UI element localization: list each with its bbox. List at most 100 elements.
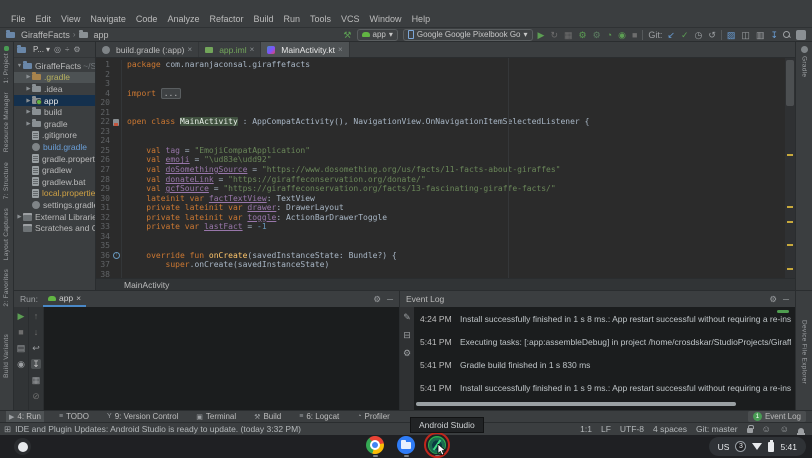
tree-item-build-gradle[interactable]: build.gradle bbox=[14, 141, 95, 153]
tab-app-iml[interactable]: app.iml× bbox=[199, 42, 261, 57]
tree-item-gradle[interactable]: ▶gradle bbox=[14, 118, 95, 130]
tool-stripe-2-favorites[interactable]: 2: Favorites bbox=[3, 269, 10, 307]
soft-wrap-icon[interactable]: ↩ bbox=[32, 343, 40, 353]
status-message[interactable]: IDE and Plugin Updates: Android Studio i… bbox=[15, 424, 301, 434]
highlighting-level-icon[interactable]: ☺ bbox=[762, 425, 771, 434]
tool-stripe-7-structure[interactable]: 7: Structure bbox=[3, 162, 10, 199]
tool-stripe-layout-captures[interactable]: Layout Captures bbox=[3, 208, 10, 260]
tree-item--gitignore[interactable]: .gitignore bbox=[14, 130, 95, 142]
tree-item-build[interactable]: ▶build bbox=[14, 106, 95, 118]
menu-tools[interactable]: Tools bbox=[305, 13, 336, 25]
trash-icon[interactable]: ⊟ bbox=[403, 330, 411, 340]
warning-mark[interactable] bbox=[787, 206, 793, 208]
stop-button[interactable]: ■ bbox=[632, 30, 637, 40]
warning-mark[interactable] bbox=[787, 221, 793, 223]
up-stack-trace-icon[interactable]: ↑ bbox=[34, 311, 39, 321]
menu-help[interactable]: Help bbox=[407, 13, 436, 25]
git-branch[interactable]: Git: master bbox=[696, 424, 738, 434]
restore-layout-icon[interactable]: ▤ bbox=[17, 343, 26, 353]
menu-run[interactable]: Run bbox=[279, 13, 306, 25]
lock-icon[interactable] bbox=[747, 428, 753, 433]
build-hammer-icon[interactable]: ⚒ bbox=[343, 30, 351, 40]
tree-item-gradlew-bat[interactable]: gradlew.bat bbox=[14, 176, 95, 188]
run-tab-app[interactable]: app × bbox=[43, 291, 86, 307]
minimize-icon[interactable]: ─ bbox=[783, 294, 789, 305]
clear-console-icon[interactable]: ⊘ bbox=[32, 391, 40, 401]
settings-wrench-icon[interactable]: ⚙ bbox=[403, 348, 411, 358]
warning-mark[interactable] bbox=[787, 154, 793, 156]
tree-item-giraffefacts[interactable]: ▼GiraffeFacts ~/S bbox=[14, 60, 95, 72]
scrollbar-thumb[interactable] bbox=[786, 60, 794, 106]
toolwindow-todo[interactable]: ≡TODO bbox=[56, 411, 92, 422]
tool-stripe-build-variants[interactable]: Build Variants bbox=[3, 334, 10, 378]
reader-mode-icon[interactable]: ☺ bbox=[780, 425, 789, 434]
tree-arrow-icon[interactable]: ▶ bbox=[25, 121, 32, 127]
git-update-button[interactable]: ↙ bbox=[667, 30, 675, 40]
down-stack-trace-icon[interactable]: ↓ bbox=[34, 327, 39, 337]
tree-arrow-icon[interactable]: ▶ bbox=[25, 98, 32, 104]
run-console[interactable] bbox=[44, 307, 399, 410]
run-configuration-select[interactable]: app ▾ bbox=[357, 29, 398, 41]
tool-stripe-gradle[interactable]: Gradle bbox=[801, 56, 808, 77]
close-icon[interactable]: × bbox=[338, 45, 343, 54]
tool-window-switcher-icon[interactable]: ⊞ bbox=[4, 424, 11, 435]
print-icon[interactable]: ▦ bbox=[32, 375, 41, 385]
search-icon[interactable] bbox=[783, 31, 791, 39]
git-history-button[interactable]: ◷ bbox=[695, 30, 703, 40]
menu-window[interactable]: Window bbox=[365, 13, 407, 25]
tree-item-local-properties[interactable]: local.properties bbox=[14, 188, 95, 200]
tree-item-scratches-and-consoles[interactable]: Scratches and Consoles bbox=[14, 222, 95, 234]
breadcrumb-project[interactable]: GiraffeFacts bbox=[21, 30, 70, 40]
apply-changes-button[interactable]: ⚙ bbox=[579, 30, 587, 40]
compose-icon[interactable]: ✎ bbox=[403, 312, 411, 322]
notifications-bell-icon[interactable] bbox=[798, 428, 804, 433]
android-activity-gutter-icon[interactable] bbox=[113, 119, 119, 126]
menu-build[interactable]: Build bbox=[248, 13, 278, 25]
toolwindow-terminal[interactable]: ▣Terminal bbox=[193, 411, 239, 422]
close-icon[interactable]: × bbox=[76, 293, 81, 303]
warning-mark[interactable] bbox=[787, 244, 793, 246]
editor-breadcrumb[interactable]: MainActivity bbox=[96, 278, 795, 290]
locate-file-icon[interactable]: ◎ bbox=[54, 45, 61, 54]
collapse-all-icon[interactable]: ÷ bbox=[65, 45, 69, 54]
debug-button[interactable]: ◉ bbox=[618, 30, 626, 40]
tab-mainactivity-kt[interactable]: MainActivity.kt× bbox=[261, 42, 349, 57]
toolwindow-build[interactable]: ⚒Build bbox=[251, 411, 284, 422]
launcher-button[interactable] bbox=[14, 438, 31, 455]
breadcrumb-module[interactable]: app bbox=[94, 30, 109, 40]
tool-stripe-device-file-explorer[interactable]: Device File Explorer bbox=[801, 320, 808, 384]
menu-refactor[interactable]: Refactor bbox=[204, 13, 248, 25]
avatar[interactable] bbox=[796, 30, 806, 40]
menu-analyze[interactable]: Analyze bbox=[162, 13, 204, 25]
stop-icon[interactable]: ■ bbox=[18, 327, 23, 337]
device-manager-button[interactable]: ▥ bbox=[756, 30, 765, 40]
menu-code[interactable]: Code bbox=[131, 13, 163, 25]
tree-item-settings-gradle[interactable]: settings.gradle bbox=[14, 199, 95, 211]
system-tray[interactable]: US 3 5:41 bbox=[709, 437, 806, 456]
taskbar-chrome[interactable] bbox=[366, 436, 384, 457]
tab-build-gradle-app-[interactable]: build.gradle (:app)× bbox=[96, 42, 199, 57]
menu-file[interactable]: File bbox=[6, 13, 31, 25]
gear-icon[interactable]: ⚙ bbox=[769, 294, 777, 305]
project-view-select[interactable]: P...▾ bbox=[33, 45, 50, 54]
apply-code-changes-button[interactable]: ⚙ bbox=[593, 30, 601, 40]
event-log-entry[interactable]: 5:41 PMExecuting tasks: [:app:assembleDe… bbox=[420, 337, 791, 360]
toolwindow-6-logcat[interactable]: ≡6: Logcat bbox=[296, 411, 342, 422]
gear-icon[interactable]: ⚙ bbox=[373, 294, 381, 305]
rerun-icon[interactable]: ▶ bbox=[18, 311, 25, 321]
apply-changes-restart-button[interactable]: ↻ bbox=[550, 30, 558, 40]
line-separator[interactable]: LF bbox=[601, 424, 611, 434]
tree-item-external-libraries[interactable]: ▶External Libraries bbox=[14, 211, 95, 223]
tree-arrow-icon[interactable]: ▶ bbox=[25, 86, 32, 92]
file-encoding[interactable]: UTF-8 bbox=[620, 424, 644, 434]
coverage-button[interactable]: ▦ bbox=[564, 30, 573, 40]
tool-stripe-resource-manager[interactable]: Resource Manager bbox=[3, 92, 10, 152]
tree-arrow-icon[interactable]: ▶ bbox=[25, 74, 32, 80]
menu-edit[interactable]: Edit bbox=[31, 13, 57, 25]
device-select[interactable]: Google Google Pixelbook Go ▾ bbox=[403, 29, 533, 41]
event-log-button[interactable]: 1 Event Log bbox=[748, 411, 806, 422]
sdk-manager-button[interactable]: ↧ bbox=[770, 30, 778, 40]
close-icon[interactable]: × bbox=[188, 45, 193, 54]
close-icon[interactable]: × bbox=[250, 45, 255, 54]
override-method-gutter-icon[interactable]: ↑ bbox=[113, 252, 120, 259]
